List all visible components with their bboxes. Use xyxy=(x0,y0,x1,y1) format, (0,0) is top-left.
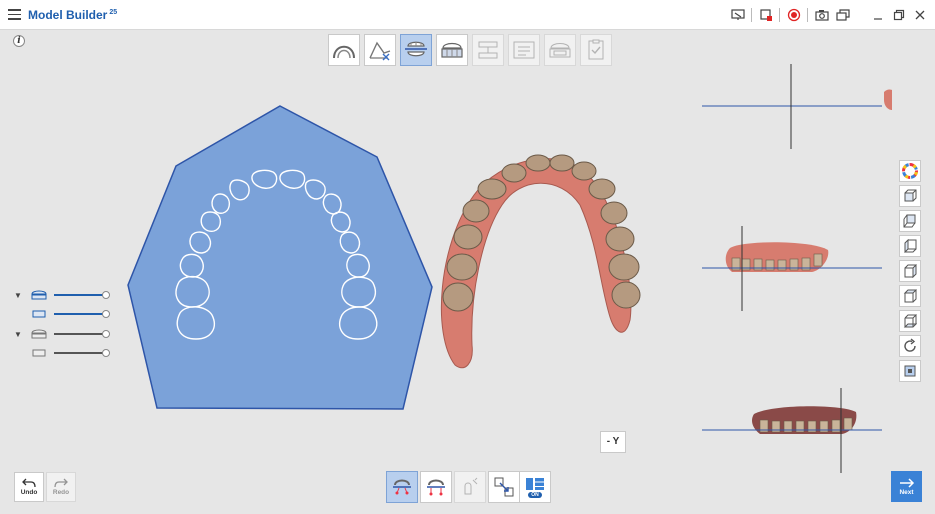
front-view-icon[interactable] xyxy=(899,185,921,207)
undo-icon xyxy=(22,478,36,488)
articulator-tool-button[interactable] xyxy=(472,34,504,66)
lower-model-icon xyxy=(31,329,47,339)
checklist-tool-button[interactable] xyxy=(580,34,612,66)
layers-icon[interactable] xyxy=(835,7,850,22)
arch-points-tool-button[interactable] xyxy=(420,471,452,503)
hollow-tool-button[interactable] xyxy=(544,34,576,66)
minimize-icon[interactable] xyxy=(870,7,885,22)
bottom-toolbar xyxy=(386,471,520,503)
side-view-bottom[interactable] xyxy=(702,388,892,473)
bottom-view-icon[interactable] xyxy=(899,310,921,332)
trim-tool-button[interactable] xyxy=(364,34,396,66)
redo-icon xyxy=(54,478,68,488)
next-button[interactable]: Next xyxy=(891,471,922,502)
main-3d-view[interactable] xyxy=(120,95,660,425)
app-title: Model Builder 25 xyxy=(28,8,117,22)
rotate-icon[interactable] xyxy=(899,335,921,357)
view-axis-label: - Y xyxy=(600,431,626,453)
record-icon[interactable] xyxy=(786,7,801,22)
side-view-middle[interactable] xyxy=(702,226,892,311)
undo-button[interactable]: Undo xyxy=(14,472,44,502)
upper-model-slider[interactable]: ▼ xyxy=(14,288,110,302)
view-toolbar xyxy=(899,160,921,382)
arch-tool-button[interactable] xyxy=(328,34,360,66)
fit-view-icon[interactable] xyxy=(899,360,921,382)
slider-thumb[interactable] xyxy=(102,291,110,299)
label-tool-button[interactable] xyxy=(508,34,540,66)
left-view-icon[interactable] xyxy=(899,235,921,257)
screen-capture-icon[interactable] xyxy=(730,7,745,22)
side-view-top[interactable] xyxy=(702,64,892,149)
lower-base-slider-track[interactable] xyxy=(54,349,110,357)
redo-label: Redo xyxy=(52,489,70,496)
occlusal-plane-tool-button[interactable] xyxy=(386,471,418,503)
restore-icon[interactable] xyxy=(891,7,906,22)
pen-tool-button[interactable] xyxy=(454,471,486,503)
redo-button[interactable]: Redo xyxy=(46,472,76,502)
right-view-icon[interactable] xyxy=(899,260,921,282)
color-wheel-icon[interactable] xyxy=(899,160,921,182)
app-title-text: Model Builder xyxy=(28,8,108,22)
dental-arch-model[interactable] xyxy=(440,154,641,369)
arrow-right-icon xyxy=(899,477,914,488)
upper-model-icon xyxy=(31,290,47,300)
lower-model-slider-track[interactable] xyxy=(54,330,110,338)
slider-thumb[interactable] xyxy=(102,330,110,338)
upper-base-slider-track[interactable] xyxy=(54,310,110,318)
lower-base-icon xyxy=(32,349,46,357)
app-title-badge: 25 xyxy=(109,9,118,16)
top-view-icon[interactable] xyxy=(899,285,921,307)
back-view-icon[interactable] xyxy=(899,210,921,232)
base-alignment-tool-button[interactable] xyxy=(400,34,432,66)
top-toolbar xyxy=(328,34,612,66)
window-controls xyxy=(730,7,927,22)
title-bar: Model Builder 25 xyxy=(0,0,935,30)
upper-model-slider-track[interactable] xyxy=(54,291,110,299)
crop-icon[interactable] xyxy=(758,7,773,22)
info-icon[interactable]: i xyxy=(13,35,25,47)
undo-label: Undo xyxy=(20,489,38,496)
upper-base-slider[interactable] xyxy=(14,307,110,321)
layout-toggle-button[interactable]: ON xyxy=(519,471,551,503)
lower-base-slider[interactable] xyxy=(14,346,110,360)
slider-thumb[interactable] xyxy=(102,349,110,357)
expand-caret-icon[interactable]: ▼ xyxy=(14,291,24,300)
close-icon[interactable] xyxy=(912,7,927,22)
slider-thumb[interactable] xyxy=(102,310,110,318)
base-tool-button[interactable] xyxy=(436,34,468,66)
expand-caret-icon[interactable]: ▼ xyxy=(14,330,24,339)
camera-icon[interactable] xyxy=(814,7,829,22)
next-label: Next xyxy=(899,488,914,496)
hamburger-icon[interactable] xyxy=(8,9,21,20)
occlusal-plane[interactable] xyxy=(127,105,433,410)
layout-toggle-label: ON xyxy=(528,491,542,498)
resize-tool-button[interactable] xyxy=(488,471,520,503)
upper-base-icon xyxy=(32,310,46,318)
lower-model-slider[interactable]: ▼ xyxy=(14,327,110,341)
